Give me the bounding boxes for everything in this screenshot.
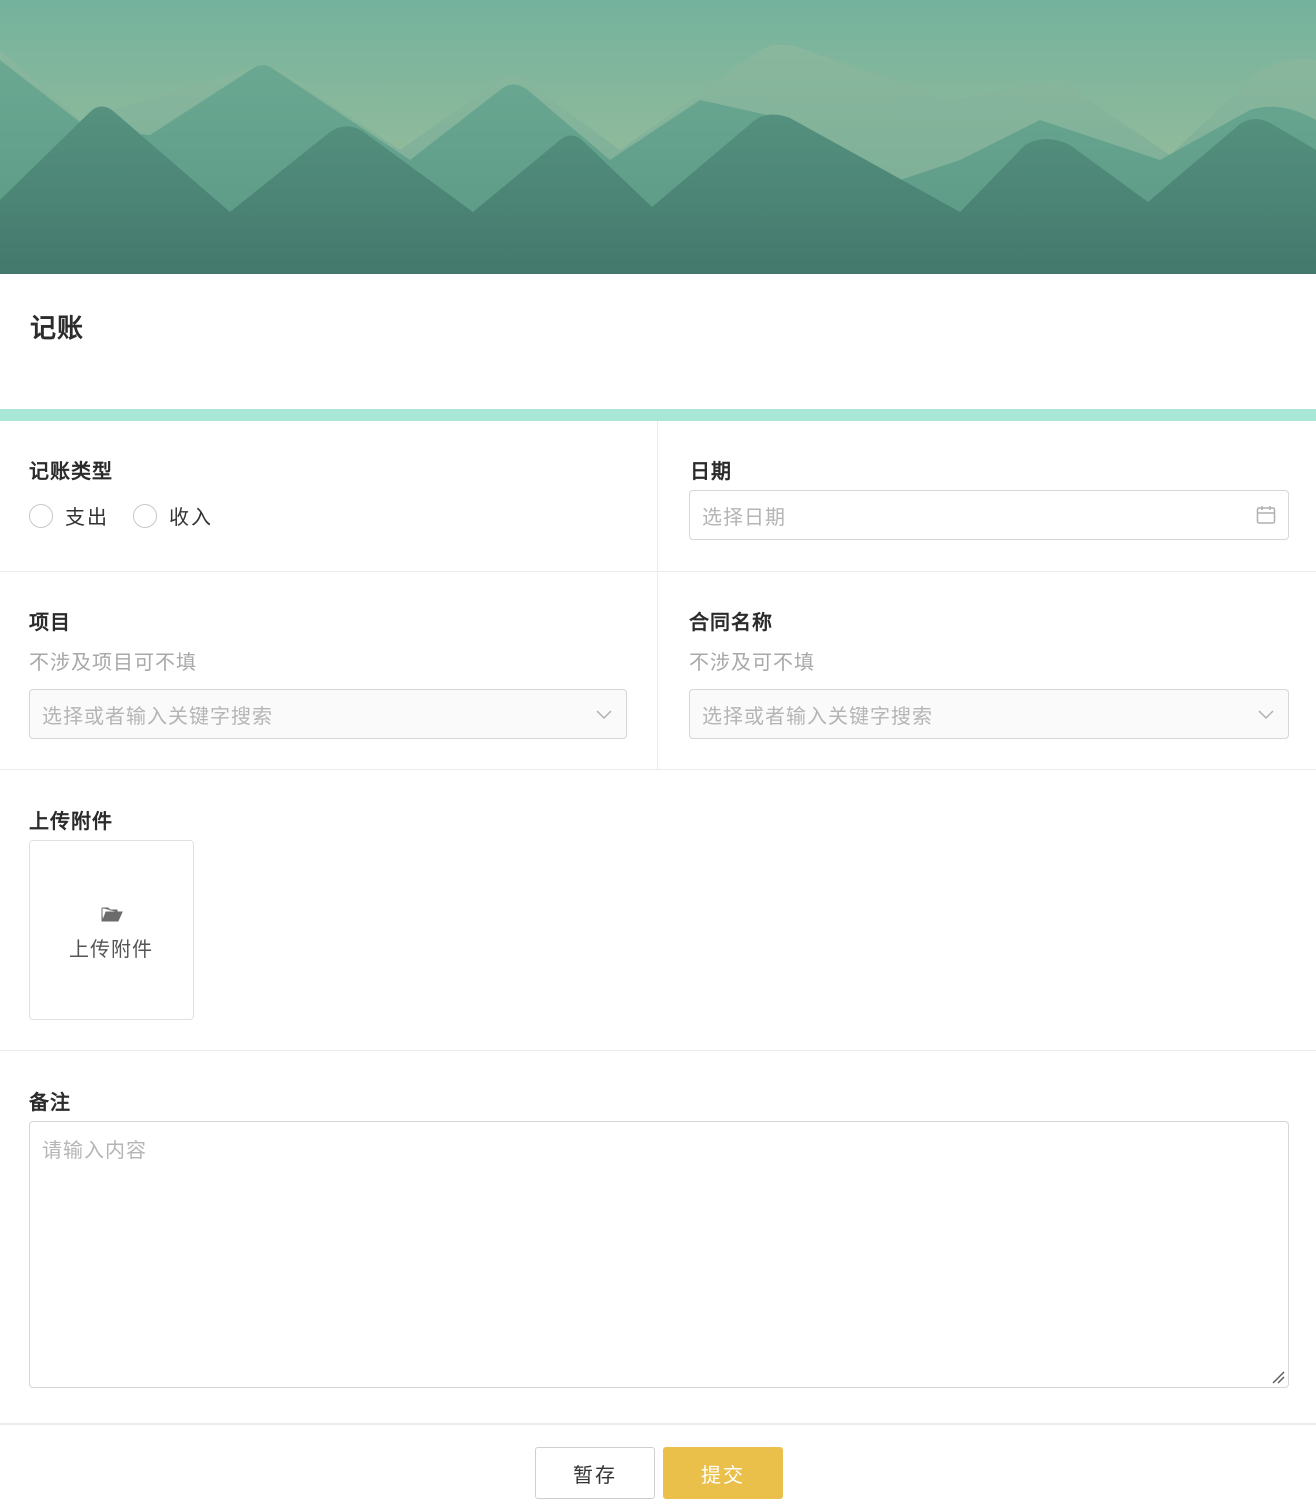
remark-placeholder: 请输入内容 — [42, 1138, 147, 1162]
attachment-label: 上传附件 — [29, 809, 113, 833]
upload-attachment-button[interactable]: 上传附件 — [29, 840, 194, 1020]
date-picker-input[interactable]: 选择日期 — [689, 490, 1289, 540]
form-row-attachment: 上传附件 上传附件 — [0, 770, 1316, 1051]
project-placeholder: 选择或者输入关键字搜索 — [42, 703, 273, 728]
form-row-type-date: 记账类型 支出 收入 日期 选择日期 — [0, 421, 1316, 572]
contract-select[interactable]: 选择或者输入关键字搜索 — [689, 689, 1289, 739]
page-title: 记账 — [30, 314, 85, 344]
type-label: 记账类型 — [29, 459, 113, 483]
form-page: 记账 记账类型 支出 收入 日期 选择日期 项目 不涉及项目可不填 选择或者输入… — [0, 0, 1316, 1510]
calendar-icon[interactable] — [1256, 505, 1276, 525]
field-project: 项目 不涉及项目可不填 选择或者输入关键字搜索 — [0, 572, 658, 769]
contract-placeholder: 选择或者输入关键字搜索 — [702, 703, 933, 728]
form-row-project-contract: 项目 不涉及项目可不填 选择或者输入关键字搜索 合同名称 不涉及可不填 选择或者… — [0, 572, 1316, 770]
radio-circle-icon[interactable] — [133, 503, 157, 528]
date-label: 日期 — [690, 459, 732, 483]
resize-grip-icon[interactable] — [1271, 1370, 1285, 1384]
form-footer: 暂存 提交 — [0, 1427, 1316, 1510]
folder-open-icon — [101, 907, 123, 922]
project-label: 项目 — [29, 610, 71, 634]
radio-circle-icon[interactable] — [29, 503, 53, 528]
accent-divider — [0, 409, 1316, 421]
remark-textarea[interactable]: 请输入内容 — [29, 1121, 1289, 1388]
contract-hint: 不涉及可不填 — [689, 650, 815, 674]
field-type: 记账类型 支出 收入 — [0, 421, 658, 571]
project-hint: 不涉及项目可不填 — [29, 650, 197, 674]
header-banner — [0, 0, 1316, 274]
form-row-remark: 备注 请输入内容 — [0, 1051, 1316, 1425]
chevron-down-icon[interactable] — [1256, 704, 1276, 724]
field-contract: 合同名称 不涉及可不填 选择或者输入关键字搜索 — [658, 572, 1316, 769]
date-placeholder: 选择日期 — [702, 504, 786, 529]
chevron-down-icon[interactable] — [594, 704, 614, 724]
submit-button[interactable]: 提交 — [663, 1447, 783, 1499]
mountain-illustration — [0, 0, 1316, 274]
project-select[interactable]: 选择或者输入关键字搜索 — [29, 689, 627, 739]
contract-label: 合同名称 — [689, 610, 773, 634]
field-date: 日期 选择日期 — [658, 421, 1316, 571]
remark-label: 备注 — [29, 1090, 71, 1114]
form-header: 记账 — [0, 274, 1316, 409]
upload-button-label: 上传附件 — [69, 937, 153, 961]
radio-expense[interactable]: 支出 — [29, 501, 109, 530]
radio-income-label: 收入 — [169, 505, 213, 529]
radio-income[interactable]: 收入 — [133, 501, 213, 530]
type-radio-group: 支出 收入 — [29, 501, 237, 530]
radio-expense-label: 支出 — [65, 505, 109, 529]
save-draft-button[interactable]: 暂存 — [535, 1447, 655, 1499]
